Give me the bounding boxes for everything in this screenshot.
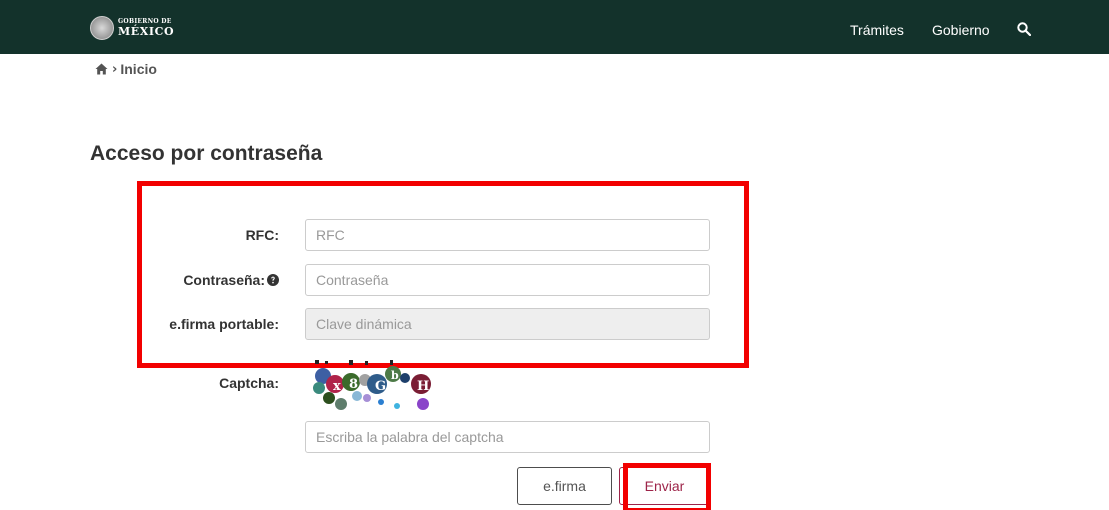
breadcrumb-separator: › bbox=[112, 61, 118, 77]
svg-text:x: x bbox=[333, 379, 341, 394]
efirma-portable-label: e.firma portable: bbox=[169, 316, 279, 332]
enviar-button[interactable]: Enviar bbox=[619, 467, 710, 505]
top-navbar: GOBIERNO DE MÉXICO Trámites Gobierno bbox=[0, 0, 1109, 54]
efirma-portable-input bbox=[305, 308, 710, 340]
svg-text:G: G bbox=[375, 379, 386, 394]
national-seal-icon bbox=[90, 16, 114, 40]
captcha-input[interactable] bbox=[305, 421, 710, 453]
password-input[interactable] bbox=[305, 264, 710, 296]
gobierno-mexico-logo[interactable]: GOBIERNO DE MÉXICO bbox=[90, 14, 174, 42]
question-circle-icon[interactable] bbox=[267, 274, 279, 286]
nav-link-tramites[interactable]: Trámites bbox=[850, 22, 904, 38]
captcha-label: Captcha: bbox=[219, 375, 279, 391]
svg-text:8: 8 bbox=[349, 377, 358, 392]
svg-text:b: b bbox=[391, 369, 399, 382]
page-title: Acceso por contraseña bbox=[90, 142, 323, 165]
logo-big-text: MÉXICO bbox=[118, 25, 175, 38]
password-label-group: Contraseña: bbox=[79, 272, 279, 288]
rfc-label: RFC: bbox=[245, 227, 279, 243]
breadcrumb-inicio[interactable]: Inicio bbox=[120, 61, 157, 77]
home-icon[interactable] bbox=[95, 63, 108, 75]
efirma-button[interactable]: e.firma bbox=[517, 467, 612, 505]
rfc-input[interactable] bbox=[305, 219, 710, 251]
breadcrumb: › Inicio bbox=[95, 61, 157, 77]
search-icon[interactable] bbox=[1017, 22, 1031, 36]
svg-text:H: H bbox=[417, 379, 429, 394]
password-label: Contraseña: bbox=[183, 272, 265, 288]
nav-link-gobierno[interactable]: Gobierno bbox=[932, 22, 990, 38]
captcha-image: x 8 G b H bbox=[313, 360, 431, 410]
